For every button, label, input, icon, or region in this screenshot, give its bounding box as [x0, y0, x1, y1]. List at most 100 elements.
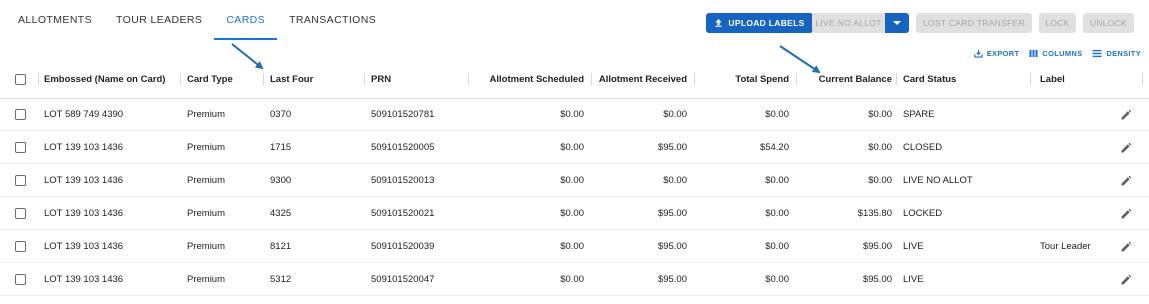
- table-row[interactable]: LOT 139 103 1436 Premium 1715 509101520005 $…: [0, 131, 1149, 164]
- column-header-allotment-scheduled[interactable]: Allotment Scheduled: [470, 61, 584, 98]
- column-separator[interactable]: [796, 73, 797, 85]
- cell-card-type: Premium: [187, 108, 226, 120]
- cell-prn: 509101520781: [371, 108, 435, 120]
- table-row[interactable]: LOT 139 103 1436 Premium 9300 509101520013 $…: [0, 164, 1149, 197]
- live-no-allot-dropdown-button[interactable]: [885, 13, 909, 33]
- cell-allotment-scheduled: $0.00: [560, 174, 584, 186]
- columns-button[interactable]: COLUMNS: [1029, 49, 1082, 58]
- columns-icon: [1029, 49, 1038, 58]
- export-button[interactable]: EXPORT: [974, 49, 1020, 58]
- cell-card-type: Premium: [187, 273, 226, 285]
- cell-last-four: 4325: [270, 207, 292, 219]
- cell-card-status: LOCKED: [903, 207, 943, 219]
- column-header-prn[interactable]: PRN: [371, 61, 471, 98]
- cell-last-four: 9300: [270, 174, 292, 186]
- tab-transactions[interactable]: TRANSACTIONS: [277, 0, 388, 40]
- table-row[interactable]: LOT 139 103 1436 Premium 4325 509101520021 $…: [0, 197, 1149, 230]
- table-row[interactable]: LOT 139 103 1436 Premium 5312 509101520047 $…: [0, 263, 1149, 296]
- cell-current-balance: $95.00: [862, 273, 892, 285]
- cell-last-four: 1715: [270, 141, 292, 153]
- cell-current-balance: $0.00: [868, 141, 892, 153]
- tab-cards[interactable]: CARDS: [214, 0, 277, 40]
- column-header-label[interactable]: Label: [1040, 61, 1110, 98]
- cell-card-status: LIVE: [903, 240, 924, 252]
- column-separator[interactable]: [1030, 73, 1031, 85]
- row-checkbox[interactable]: [15, 141, 26, 153]
- cell-card-type: Premium: [187, 207, 226, 219]
- cell-prn: 509101520047: [371, 273, 435, 285]
- pencil-icon[interactable]: [1120, 108, 1132, 126]
- cell-prn: 509101520039: [371, 240, 435, 252]
- cell-last-four: 5312: [270, 273, 292, 285]
- tab-allotments[interactable]: ALLOTMENTS: [6, 0, 104, 40]
- cell-prn: 509101520005: [371, 141, 435, 153]
- column-separator[interactable]: [591, 73, 592, 85]
- cell-label: [1040, 197, 1110, 229]
- column-separator[interactable]: [364, 73, 365, 85]
- cell-prn: 509101520013: [371, 174, 435, 186]
- pencil-icon[interactable]: [1120, 273, 1132, 291]
- select-all-checkbox[interactable]: [15, 74, 26, 85]
- row-checkbox[interactable]: [15, 207, 26, 219]
- grid-toolbar: EXPORT COLUMNS DENSITY: [974, 46, 1141, 60]
- cell-current-balance: $0.00: [868, 174, 892, 186]
- column-header-total-spend[interactable]: Total Spend: [697, 61, 789, 98]
- cell-prn: 509101520021: [371, 207, 435, 219]
- cell-allotment-received: $95.00: [657, 207, 687, 219]
- cell-label: Tour Leader: [1040, 240, 1091, 252]
- column-header-embossed[interactable]: Embossed (Name on Card): [44, 61, 174, 98]
- column-separator[interactable]: [180, 73, 181, 85]
- cell-allotment-received: $95.00: [657, 240, 687, 252]
- cell-allotment-received: $95.00: [657, 141, 687, 153]
- upload-labels-button[interactable]: UPLOAD LABELS: [706, 13, 813, 33]
- column-separator[interactable]: [468, 73, 469, 85]
- column-header-card-type[interactable]: Card Type: [187, 61, 257, 98]
- pencil-icon[interactable]: [1120, 240, 1132, 258]
- column-separator[interactable]: [694, 73, 695, 85]
- table-row[interactable]: LOT 589 749 4390 Premium 0370 509101520781 $…: [0, 98, 1149, 131]
- cell-allotment-scheduled: $0.00: [560, 273, 584, 285]
- cell-allotment-received: $95.00: [657, 273, 687, 285]
- cell-label: [1040, 131, 1110, 163]
- cell-label: [1040, 164, 1110, 196]
- density-button[interactable]: DENSITY: [1092, 49, 1141, 58]
- row-checkbox[interactable]: [15, 108, 26, 120]
- table-header: Embossed (Name on Card) Card Type Last F…: [0, 61, 1149, 99]
- unlock-button[interactable]: UNLOCK: [1083, 13, 1134, 33]
- row-checkbox[interactable]: [15, 174, 26, 186]
- cell-total-spend: $54.20: [759, 141, 789, 153]
- column-separator[interactable]: [263, 73, 264, 85]
- cell-current-balance: $135.80: [857, 207, 892, 219]
- column-separator[interactable]: [1142, 73, 1143, 85]
- cell-total-spend: $0.00: [765, 207, 789, 219]
- cell-card-status: SPARE: [903, 108, 935, 120]
- cell-allotment-scheduled: $0.00: [560, 141, 584, 153]
- table-row[interactable]: LOT 139 103 1436 Premium 8121 509101520039 $…: [0, 230, 1149, 263]
- cell-allotment-scheduled: $0.00: [560, 108, 584, 120]
- density-icon: [1092, 49, 1102, 58]
- live-no-allot-button[interactable]: LIVE NO ALLOT: [812, 13, 885, 33]
- row-checkbox[interactable]: [15, 240, 26, 252]
- columns-label: COLUMNS: [1042, 48, 1083, 58]
- column-separator[interactable]: [896, 73, 897, 85]
- export-icon: [974, 49, 983, 58]
- cell-allotment-scheduled: $0.00: [560, 240, 584, 252]
- column-separator[interactable]: [38, 73, 39, 85]
- column-header-current-balance[interactable]: Current Balance: [800, 61, 892, 98]
- pencil-icon[interactable]: [1120, 207, 1132, 225]
- upload-icon: [714, 18, 723, 29]
- tab-tour-leaders[interactable]: TOUR LEADERS: [104, 0, 214, 40]
- lock-button[interactable]: LOCK: [1039, 13, 1076, 33]
- cell-embossed: LOT 589 749 4390: [44, 108, 124, 120]
- pencil-icon[interactable]: [1120, 174, 1132, 192]
- column-header-last-four[interactable]: Last Four: [270, 61, 350, 98]
- cell-embossed: LOT 139 103 1436: [44, 240, 124, 252]
- row-checkbox[interactable]: [15, 273, 26, 285]
- tab-bar: ALLOTMENTS TOUR LEADERS CARDS TRANSACTIO…: [6, 0, 388, 40]
- column-header-card-status[interactable]: Card Status: [903, 61, 1023, 98]
- lost-card-transfer-button[interactable]: LOST CARD TRANSFER: [916, 13, 1032, 33]
- column-header-allotment-received[interactable]: Allotment Received: [595, 61, 687, 98]
- pencil-icon[interactable]: [1120, 141, 1132, 159]
- cell-total-spend: $0.00: [765, 273, 789, 285]
- cell-card-status: LIVE NO ALLOT: [903, 174, 973, 186]
